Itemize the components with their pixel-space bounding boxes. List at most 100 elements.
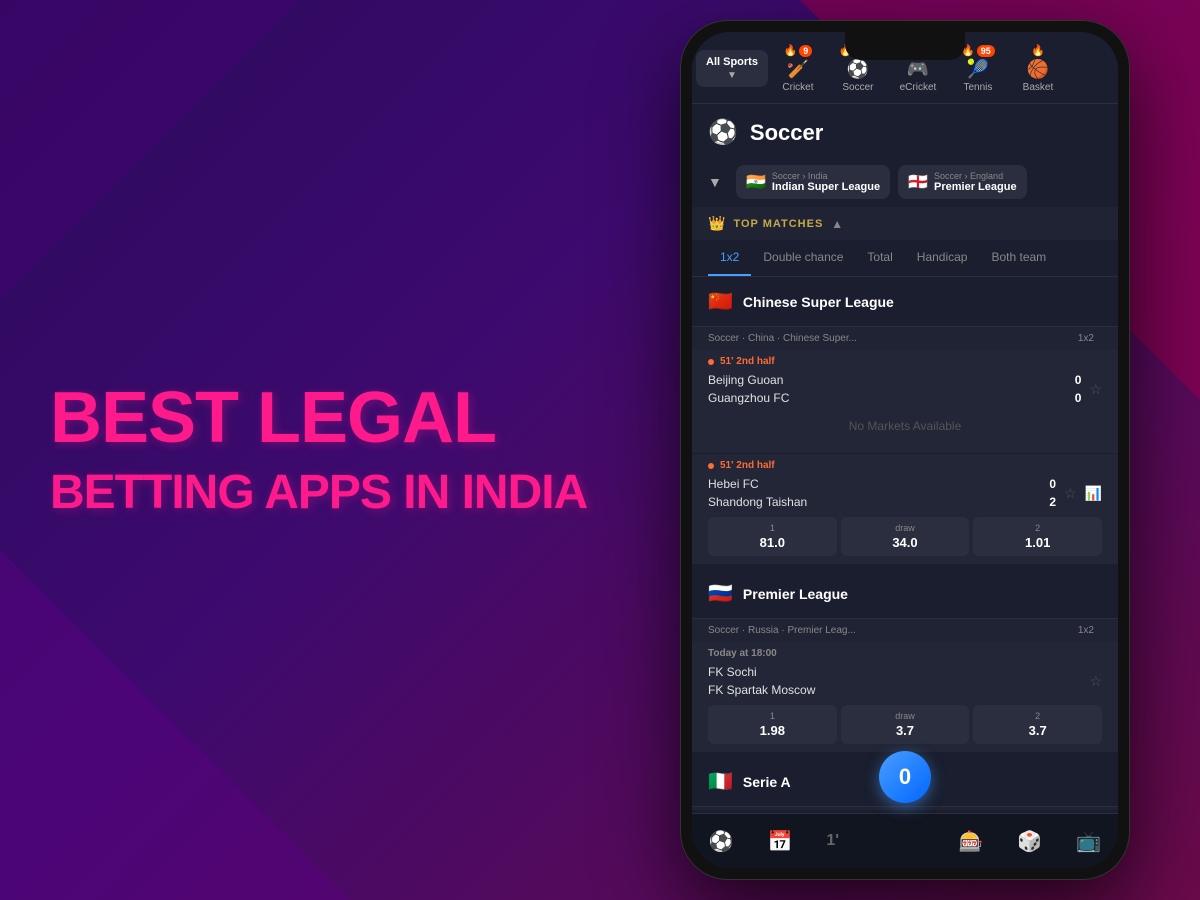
dropdown-arrow-icon[interactable]: ▼ — [708, 174, 728, 190]
nav-item-live[interactable]: 1' — [826, 832, 839, 850]
odds-cell-hebei-draw[interactable]: draw 34.0 — [841, 517, 970, 556]
beijing-team1-name: Beijing Guoan — [708, 373, 783, 387]
cricket-icon: 🏏 — [787, 59, 809, 80]
soccer-icon: ⚽ — [847, 59, 869, 80]
odds-cell-hebei-2[interactable]: 2 1.01 — [973, 517, 1102, 556]
main-content-area: ⚽ Soccer ▼ 🇮🇳 Soccer › India Indian Supe… — [692, 104, 1118, 810]
tennis-count: 95 — [977, 45, 995, 57]
hebei-team2-score: 2 — [1049, 495, 1056, 509]
bottom-navigation: ⚽ 📅 1' 🎰 🎲 📺 — [692, 813, 1118, 868]
casino-nav-icon: 🎰 — [959, 829, 984, 854]
england-league-info: Soccer › England Premier League — [934, 171, 1017, 193]
bg-shape-top-left — [0, 0, 300, 300]
sochi-team2-name: FK Spartak Moscow — [708, 683, 815, 697]
sports-nav-icon: ⚽ — [709, 829, 734, 854]
match-row-beijing: 51' 2nd half Beijing Guoan 0 Guangzhou F… — [692, 350, 1118, 454]
hebei-teams: Hebei FC 0 Shandong Taishan 2 ☆ � — [708, 475, 1102, 511]
favorite-star-beijing[interactable]: ☆ — [1089, 381, 1102, 398]
tab-all-sports[interactable]: All Sports ▼ — [696, 50, 768, 87]
floating-btn-label: 0 — [899, 764, 911, 790]
league-pill-india[interactable]: 🇮🇳 Soccer › India Indian Super League — [736, 165, 890, 199]
hebei-team1-score: 0 — [1049, 477, 1056, 491]
serie-a-league-name: Serie A — [743, 774, 791, 790]
beijing-match-time: 51' 2nd half — [720, 356, 775, 367]
sochi-match-time: Today at 18:00 — [708, 648, 777, 659]
beijing-time-row: 51' 2nd half — [708, 356, 1102, 367]
hebei-actions: ☆ 📊 — [1064, 485, 1102, 502]
page-header: ⚽ Soccer — [692, 104, 1118, 157]
basketball-label: Basket — [1023, 82, 1054, 93]
china-flag-icon: 🇨🇳 — [708, 289, 733, 314]
hebei-team2-name: Shandong Taishan — [708, 495, 807, 509]
sochi-teams: FK Sochi FK Spartak Moscow ☆ — [708, 663, 1102, 699]
match-row-sochi: Today at 18:00 FK Sochi FK Spartak Mosco… — [692, 642, 1118, 753]
hebei-team2-row: Shandong Taishan 2 — [708, 493, 1064, 511]
top-matches-label: TOP MATCHES — [733, 218, 823, 230]
bet-tab-1x2[interactable]: 1x2 — [708, 240, 751, 276]
sochi-odds-val-draw: 3.7 — [849, 723, 962, 738]
favorite-star-hebei[interactable]: ☆ — [1064, 485, 1077, 502]
serie-a-breadcrumb: Soccer · Italy · Serie A 1x2 — [692, 807, 1118, 810]
chinese-league-header: 🇨🇳 Chinese Super League — [692, 277, 1118, 327]
favorite-star-sochi[interactable]: ☆ — [1089, 673, 1102, 690]
bet-tab-total[interactable]: Total — [855, 240, 904, 276]
bet-tab-handicap[interactable]: Handicap — [905, 240, 980, 276]
bet-tab-both-team[interactable]: Both team — [979, 240, 1058, 276]
top-matches-bar: 👑 TOP MATCHES ▲ — [692, 207, 1118, 240]
bg-shape-bottom-left — [0, 550, 350, 900]
russia-breadcrumb-text: Soccer · Russia · Premier Leag... — [708, 625, 856, 636]
odds-header-1: 1 — [716, 523, 829, 533]
sochi-time-row: Today at 18:00 — [708, 648, 1102, 659]
live-indicator-beijing — [708, 359, 714, 365]
nav-item-sports[interactable]: ⚽ — [709, 829, 734, 854]
nav-item-games[interactable]: 🎲 — [1017, 829, 1042, 854]
odds-cell-hebei-1[interactable]: 1 81.0 — [708, 517, 837, 556]
russia-league-header: 🇷🇺 Premier League — [692, 569, 1118, 619]
sochi-odds-header-draw: draw — [849, 711, 962, 721]
russia-league-name: Premier League — [743, 586, 848, 602]
nav-item-tv[interactable]: 📺 — [1076, 829, 1101, 854]
phone-wrapper: All Sports ▼ 🔥 9 🏏 Cricket 🔥 649 — [670, 20, 1140, 880]
tab-basketball[interactable]: 🔥 🏀 Basket — [1008, 40, 1068, 97]
collapse-arrow-icon[interactable]: ▲ — [831, 217, 843, 231]
tab-cricket[interactable]: 🔥 9 🏏 Cricket — [768, 40, 828, 97]
beijing-scores: Beijing Guoan 0 Guangzhou FC 0 — [708, 371, 1089, 407]
chinese-breadcrumb: Soccer · China · Chinese Super... 1x2 — [692, 327, 1118, 350]
ecricket-label: eCricket — [900, 82, 937, 93]
beijing-team1-score: 0 — [1075, 373, 1082, 387]
odds-val-1: 81.0 — [716, 535, 829, 550]
league-pill-england[interactable]: 🏴󠁧󠁢󠁥󠁮󠁧󠁿 Soccer › England Premier League — [898, 165, 1026, 199]
cricket-badge: 🔥 9 — [784, 44, 813, 57]
hero-title-line2: BETTING APPS IN INDIA — [50, 466, 587, 519]
hebei-match-time: 51' 2nd half — [720, 460, 775, 471]
chinese-odds-label: 1x2 — [1078, 333, 1094, 344]
beijing-actions: ☆ — [1089, 381, 1102, 398]
stats-icon-hebei[interactable]: 📊 — [1085, 485, 1102, 502]
sochi-team2-row: FK Spartak Moscow — [708, 681, 1089, 699]
russia-flag-icon: 🇷🇺 — [708, 581, 733, 606]
page-title: Soccer — [750, 120, 823, 146]
odds-cell-sochi-2[interactable]: 2 3.7 — [973, 705, 1102, 744]
england-flag-icon: 🏴󠁧󠁢󠁥󠁮󠁧󠁿 — [908, 172, 928, 192]
nav-item-schedule[interactable]: 📅 — [768, 829, 793, 854]
schedule-nav-icon: 📅 — [768, 829, 793, 854]
sochi-scores: FK Sochi FK Spartak Moscow — [708, 663, 1089, 699]
live-nav-icon: 1' — [826, 832, 839, 850]
phone-device: All Sports ▼ 🔥 9 🏏 Cricket 🔥 649 — [680, 20, 1130, 880]
odds-header-2: 2 — [981, 523, 1094, 533]
nav-item-casino[interactable]: 🎰 — [959, 829, 984, 854]
beijing-team2-score: 0 — [1075, 391, 1082, 405]
floating-action-button[interactable]: 0 — [879, 751, 931, 803]
live-indicator-hebei — [708, 463, 714, 469]
beijing-team2-row: Guangzhou FC 0 — [708, 389, 1089, 407]
hebei-team1-row: Hebei FC 0 — [708, 475, 1064, 493]
england-league-name: Premier League — [934, 181, 1017, 193]
sochi-odds-header-2: 2 — [981, 711, 1094, 721]
odds-cell-sochi-draw[interactable]: draw 3.7 — [841, 705, 970, 744]
bet-tab-double-chance[interactable]: Double chance — [751, 240, 855, 276]
cricket-count: 9 — [799, 45, 812, 57]
italy-flag-icon: 🇮🇹 — [708, 769, 733, 794]
tv-nav-icon: 📺 — [1076, 829, 1101, 854]
odds-cell-sochi-1[interactable]: 1 1.98 — [708, 705, 837, 744]
tennis-badge: 🔥 95 — [961, 44, 995, 57]
